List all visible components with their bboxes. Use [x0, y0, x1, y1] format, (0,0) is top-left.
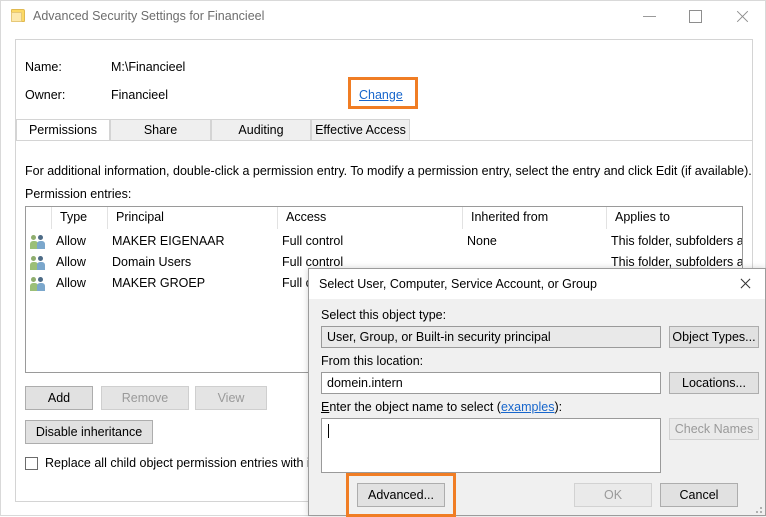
advanced-button-highlight [346, 473, 456, 517]
row-type: Allow [56, 234, 86, 248]
dialog-titlebar: Select User, Computer, Service Account, … [309, 269, 765, 299]
view-button: View [195, 386, 267, 410]
select-principal-dialog: Select User, Computer, Service Account, … [308, 268, 766, 517]
maximize-button[interactable] [673, 1, 719, 31]
window-title: Advanced Security Settings for Financiee… [33, 9, 265, 23]
users-group-icon [30, 273, 50, 294]
disable-inheritance-button[interactable]: Disable inheritance [25, 420, 153, 444]
change-link-highlight [348, 77, 418, 109]
replace-child-permissions-checkbox[interactable] [25, 457, 38, 470]
object-types-button[interactable]: Object Types... [669, 326, 759, 348]
owner-label: Owner: [25, 88, 66, 102]
dialog-title: Select User, Computer, Service Account, … [319, 277, 597, 291]
row-inherited-from: None [467, 234, 497, 248]
column-header-applies-to[interactable]: Applies to [607, 207, 742, 229]
text-caret [328, 424, 329, 438]
permission-entries-label: Permission entries: [25, 187, 132, 201]
close-button[interactable] [719, 1, 765, 31]
list-header-row: Type Principal Access Inherited from App… [26, 207, 742, 229]
column-header-icon[interactable] [26, 207, 52, 229]
row-access: Full control [282, 234, 344, 248]
owner-value: Financieel [111, 88, 168, 102]
row-type: Allow [56, 276, 86, 290]
object-name-label-post: ): [554, 400, 563, 414]
object-type-label: Select this object type: [321, 308, 447, 322]
row-principal: MAKER EIGENAAR [112, 234, 225, 248]
users-group-icon [30, 252, 50, 273]
name-label: Name: [25, 60, 62, 74]
advanced-security-settings-window: Advanced Security Settings for Financiee… [0, 0, 766, 517]
column-header-principal[interactable]: Principal [108, 207, 278, 229]
tab-underline [16, 140, 752, 141]
dialog-close-button[interactable] [725, 269, 765, 298]
add-button[interactable]: Add [25, 386, 93, 410]
users-group-icon [30, 231, 50, 252]
folder-icon [11, 9, 25, 22]
minimize-button[interactable] [627, 1, 673, 31]
tab-permissions[interactable]: Permissions [16, 119, 110, 141]
ok-button: OK [574, 483, 652, 507]
locations-button[interactable]: Locations... [669, 372, 759, 394]
tab-effective-access[interactable]: Effective Access [311, 119, 410, 141]
tab-strip: Permissions Share Auditing Effective Acc… [16, 119, 752, 141]
row-principal: MAKER GROEP [112, 276, 206, 290]
object-type-field[interactable]: User, Group, or Built-in security princi… [321, 326, 661, 348]
check-names-button: Check Names [669, 418, 759, 440]
column-header-access[interactable]: Access [278, 207, 463, 229]
remove-button: Remove [101, 386, 189, 410]
row-type: Allow [56, 255, 86, 269]
tab-share[interactable]: Share [110, 119, 211, 141]
object-name-input[interactable] [321, 418, 661, 473]
tab-auditing[interactable]: Auditing [211, 119, 311, 141]
resize-grip-icon[interactable] [752, 503, 762, 513]
column-header-inherited-from[interactable]: Inherited from [463, 207, 607, 229]
info-text: For additional information, double-click… [25, 164, 752, 178]
column-header-type[interactable]: Type [52, 207, 108, 229]
object-name-label-mid: nter the object name to select ( [329, 400, 501, 414]
examples-link[interactable]: examples [501, 400, 555, 414]
row-principal: Domain Users [112, 255, 192, 269]
object-name-label: Enter the object name to select (example… [321, 400, 562, 414]
name-value: M:\Financieel [111, 60, 186, 74]
location-label: From this location: [321, 354, 424, 368]
window-titlebar: Advanced Security Settings for Financiee… [1, 1, 765, 33]
cancel-button[interactable]: Cancel [660, 483, 738, 507]
row-applies-to: This folder, subfolders and files [611, 234, 742, 248]
location-field[interactable]: domein.intern [321, 372, 661, 394]
